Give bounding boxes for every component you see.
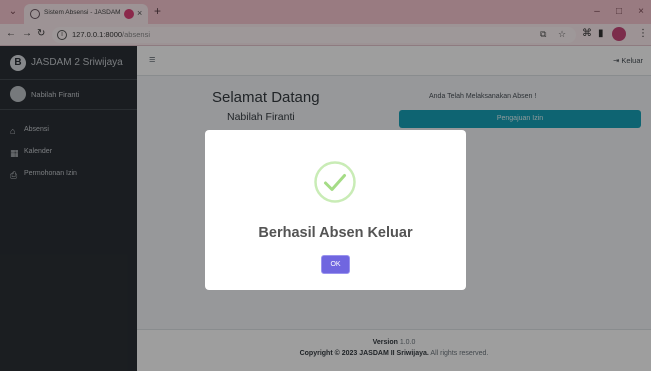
dialog-title: Berhasil Absen Keluar — [258, 225, 413, 241]
ok-button[interactable]: OK — [321, 255, 350, 274]
success-check-icon — [314, 161, 356, 203]
success-dialog: Berhasil Absen Keluar OK — [205, 130, 466, 290]
